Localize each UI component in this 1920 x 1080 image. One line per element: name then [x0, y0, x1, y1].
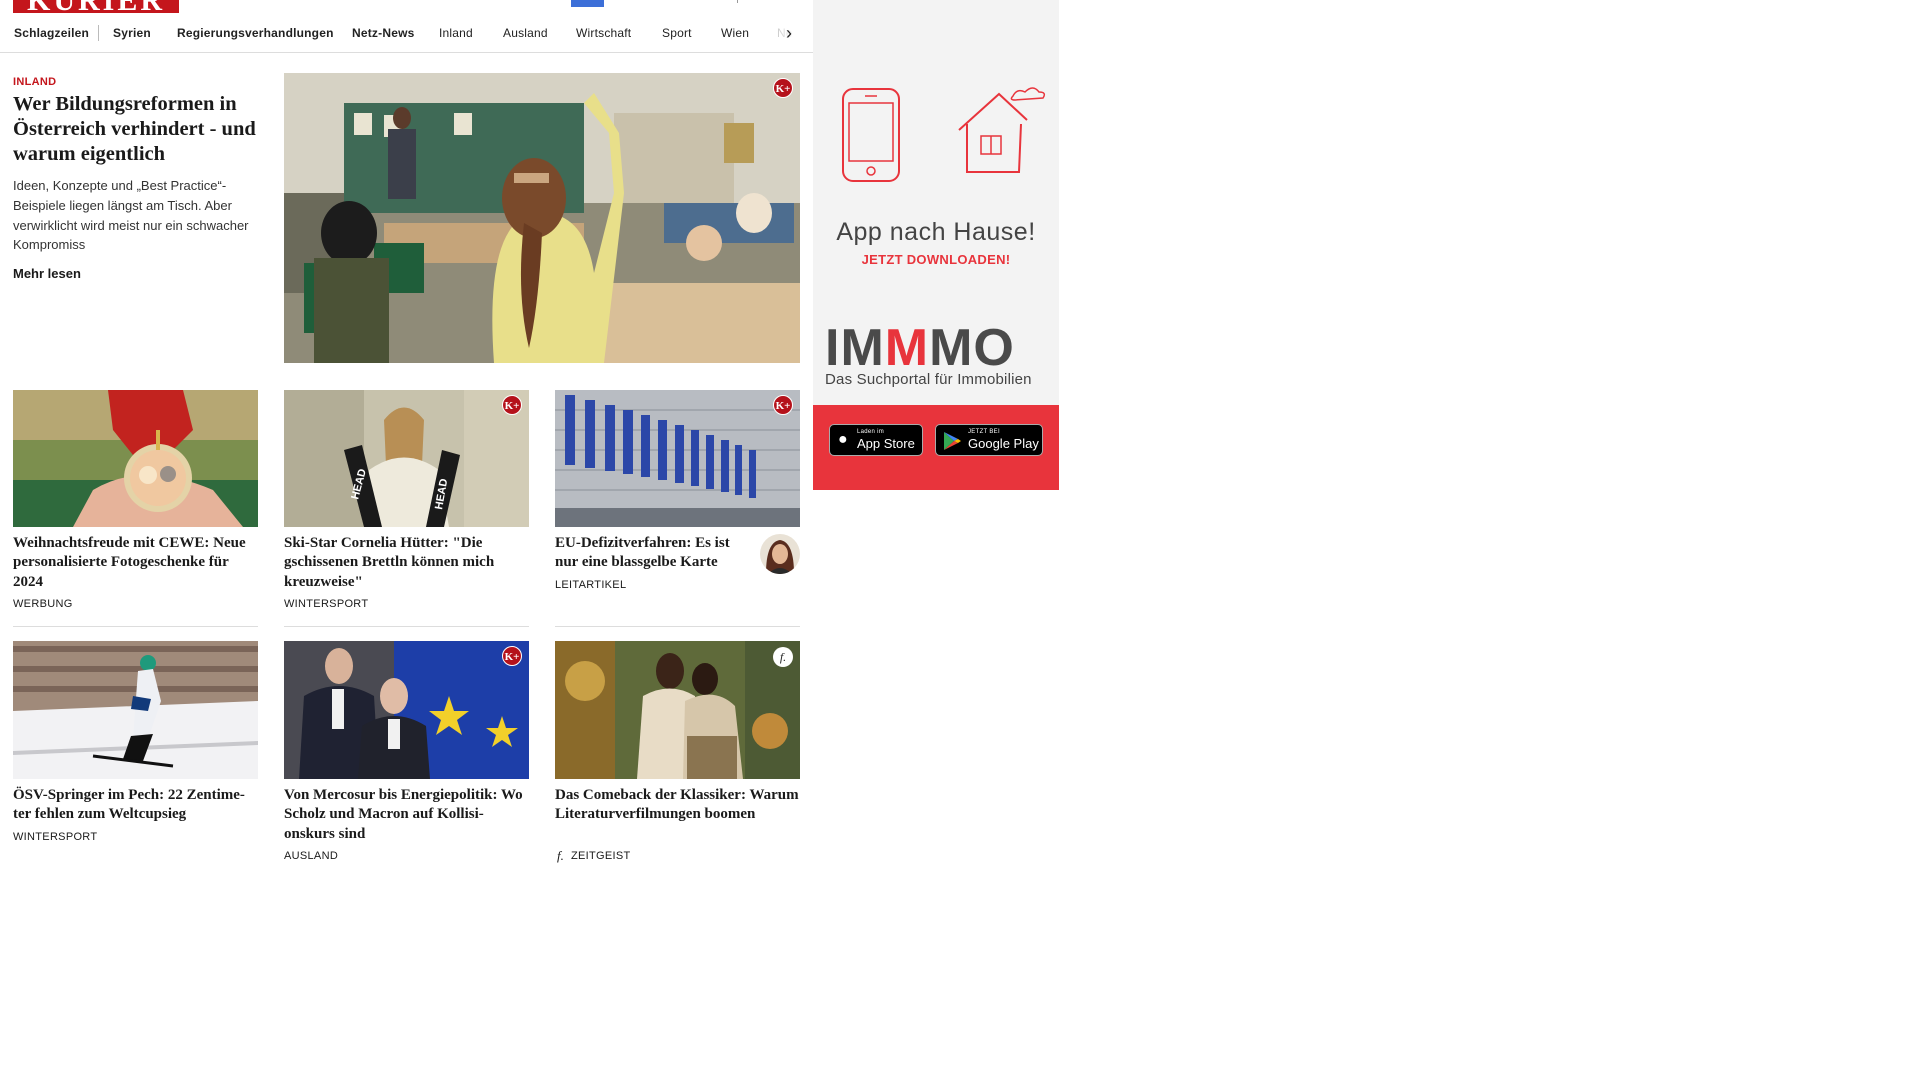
section-navigation: Schlagzeilen Syrien Regierungsverhandlun…	[0, 18, 813, 53]
card-title[interactable]: Ski-Star Cornelia Hütter: "Die gschissen…	[284, 534, 530, 592]
card-title[interactable]: Das Comeback der Klassiker: Warum Litera…	[555, 786, 801, 825]
card-title[interactable]: ÖSV-Springer im Pech: 22 Zentime-ter feh…	[13, 786, 259, 825]
card-category[interactable]: ZEITGEIST	[571, 850, 631, 862]
card-image-huetter[interactable]: HEAD HEAD K+	[284, 390, 529, 527]
card-image-ski-jumper[interactable]	[13, 641, 258, 779]
nav-item-sport[interactable]: Sport	[662, 26, 692, 40]
nav-item-wien[interactable]: Wien	[721, 26, 749, 40]
apple-icon: ●	[838, 431, 848, 448]
immmo-advertisement[interactable]: App nach Hause! JETZT DOWNLOADEN! IMMMO …	[813, 0, 1059, 490]
nav-fade	[760, 18, 810, 51]
card-image-cewe[interactable]	[13, 390, 258, 527]
card-title[interactable]: Weihnachtsfreude mit CEWE: Neue personal…	[13, 534, 259, 592]
google-play-button[interactable]: JETZT BEI Google Play	[935, 424, 1043, 456]
hero-kicker[interactable]: INLAND	[13, 76, 56, 88]
author-avatar	[760, 534, 800, 574]
kurier-plus-badge-icon: K+	[502, 395, 522, 415]
card-image-eu-flags[interactable]: K+	[555, 390, 800, 527]
nav-item-netz-news[interactable]: Netz-News	[352, 26, 414, 40]
card-category[interactable]: AUSLAND	[284, 850, 338, 862]
card-image-scholz-macron[interactable]: K+	[284, 641, 529, 779]
active-section-indicator	[571, 0, 604, 7]
divider	[284, 626, 529, 627]
zeitgeist-badge-icon: f.	[773, 647, 793, 667]
hero-title[interactable]: Wer Bildungsreformen in Österreich verhi…	[13, 92, 273, 167]
house-icon	[958, 87, 1046, 173]
nav-item-schlagzeilen[interactable]: Schlagzeilen	[14, 26, 89, 40]
hero-image-classroom[interactable]: K+	[284, 73, 800, 363]
ad-tagline: Das Suchportal für Immobilien	[825, 371, 1032, 388]
divider	[13, 626, 258, 627]
immmo-logo: IMMMO	[825, 319, 1015, 377]
nav-separator	[98, 25, 99, 41]
header-divider	[737, 0, 738, 3]
ad-headline: App nach Hause!	[836, 218, 1036, 246]
card-category[interactable]: WINTERSPORT	[284, 598, 368, 610]
card-category[interactable]: WINTERSPORT	[13, 831, 97, 843]
smartphone-icon	[842, 88, 900, 182]
card-category[interactable]: WERBUNG	[13, 598, 73, 610]
card-image-literature-film[interactable]: f.	[555, 641, 800, 779]
card-title[interactable]: EU-Defizitverfahren: Es ist nur eine bla…	[555, 534, 750, 573]
nav-item-ausland[interactable]: Ausland	[503, 26, 548, 40]
hero-teaser: Ideen, Konzepte und „Best Practice“-Beis…	[13, 178, 249, 253]
hero-read-more-link[interactable]: Mehr lesen	[13, 266, 81, 281]
divider	[555, 626, 800, 627]
app-store-button[interactable]: ● Laden im App Store	[829, 424, 923, 456]
zeitgeist-icon: f.	[557, 848, 564, 863]
nav-item-regierungsverhandlungen[interactable]: Regierungsverhandlungen	[177, 26, 334, 40]
nav-item-inland[interactable]: Inland	[439, 26, 473, 40]
google-play-icon	[944, 432, 961, 450]
card-category[interactable]: LEITARTIKEL	[555, 579, 626, 591]
ad-store-bar: ● Laden im App Store JETZT BEI Google Pl…	[813, 405, 1059, 490]
nav-item-wirtschaft[interactable]: Wirtschaft	[576, 26, 631, 40]
nav-item-syrien[interactable]: Syrien	[113, 26, 151, 40]
card-title[interactable]: Von Mercosur bis Energiepolitik: Wo Scho…	[284, 786, 530, 844]
nav-next-arrow-icon[interactable]: ›	[786, 23, 792, 43]
ad-cta[interactable]: JETZT DOWNLOADEN!	[813, 252, 1059, 267]
kurier-plus-badge-icon: K+	[502, 646, 522, 666]
kurier-plus-badge-icon: K+	[773, 395, 793, 415]
kurier-logo[interactable]: KURIER	[13, 0, 179, 13]
kurier-plus-badge-icon: K+	[773, 78, 793, 98]
